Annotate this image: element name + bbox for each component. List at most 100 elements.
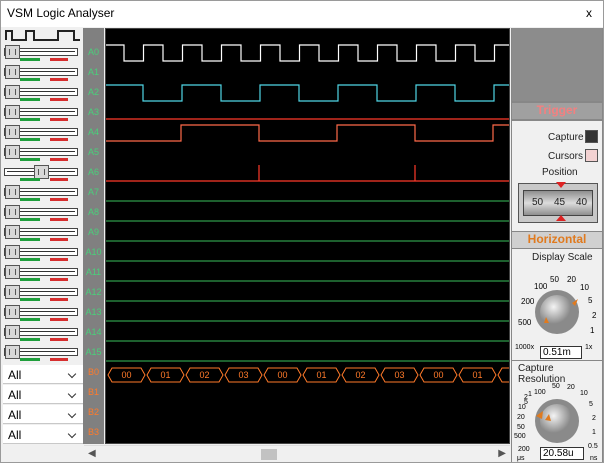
bus-value-label: 03 xyxy=(394,370,404,380)
resolution-tick: 0.5 xyxy=(588,443,598,450)
capture-checkbox[interactable] xyxy=(585,130,598,143)
channel-indicator-green xyxy=(20,278,40,281)
channel-slider-row[interactable] xyxy=(2,263,83,283)
position-dial[interactable]: 50 45 40 xyxy=(518,182,598,223)
chevron-down-icon[interactable] xyxy=(67,429,77,439)
channel-label: A14 xyxy=(85,327,102,337)
scroll-left-icon[interactable]: ◀ xyxy=(88,448,96,459)
window-title: VSM Logic Analyser xyxy=(7,6,115,20)
channel-slider-thumb[interactable] xyxy=(5,105,20,119)
channel-slider-row[interactable] xyxy=(2,163,83,183)
channel-slider-thumb[interactable] xyxy=(34,165,49,179)
channel-slider-thumb[interactable] xyxy=(5,245,20,259)
channel-label: B3 xyxy=(87,427,99,437)
channel-slider-row[interactable] xyxy=(2,203,83,223)
bus-select-value: All xyxy=(8,408,22,422)
bus-select[interactable]: All xyxy=(3,385,83,404)
channel-indicator-red xyxy=(50,158,68,161)
horizontal-heading: Horizontal xyxy=(512,232,602,248)
channel-slider-row[interactable] xyxy=(2,303,83,323)
scroll-thumb[interactable] xyxy=(261,449,277,460)
waveform-a2 xyxy=(106,84,509,102)
channel-indicator-red xyxy=(50,138,68,141)
scale-tick: 500 xyxy=(518,318,532,327)
cursors-checkbox[interactable] xyxy=(585,149,598,162)
position-tick: 40 xyxy=(576,197,588,208)
waveform-display[interactable]: 0001020300010203000102 xyxy=(105,28,510,444)
position-label: Position xyxy=(542,167,578,178)
scale-tick: 1000x xyxy=(515,344,535,351)
channel-indicator-red xyxy=(50,298,68,301)
channel-slider-row[interactable] xyxy=(2,243,83,263)
resolution-unit: μs xyxy=(517,455,525,462)
channel-indicator-red xyxy=(50,238,68,241)
channel-slider-thumb[interactable] xyxy=(5,265,20,279)
capture-label: Capture xyxy=(548,132,584,143)
bus-select-value: All xyxy=(8,368,22,382)
bus-select[interactable]: All xyxy=(3,425,83,444)
close-button[interactable]: x xyxy=(575,1,603,27)
channel-indicator-red xyxy=(50,358,68,361)
channel-slider-row[interactable] xyxy=(2,223,83,243)
channel-slider-thumb[interactable] xyxy=(5,205,20,219)
channel-indicator-red xyxy=(50,178,68,181)
channel-slider-thumb[interactable] xyxy=(5,305,20,319)
channel-label: A15 xyxy=(85,347,102,357)
resolution-tick: 2 xyxy=(592,415,596,422)
channel-slider-row[interactable] xyxy=(2,283,83,303)
scale-tick: 20 xyxy=(567,275,576,284)
channel-slider-row[interactable] xyxy=(2,103,83,123)
channel-label: A10 xyxy=(85,247,102,257)
channel-label: A0 xyxy=(87,47,99,57)
scale-tick: 1 xyxy=(590,326,595,335)
chevron-down-icon[interactable] xyxy=(67,389,77,399)
bus-value-label: 01 xyxy=(472,370,482,380)
resolution-unit: ns xyxy=(590,455,598,462)
channel-label: B0 xyxy=(87,367,99,377)
channel-slider-row[interactable] xyxy=(2,83,83,103)
display-scale-panel: Display Scale 100 50 20 10 5 2 1 1x 1000… xyxy=(512,249,602,360)
channel-indicator-green xyxy=(20,318,40,321)
channel-slider-thumb[interactable] xyxy=(5,185,20,199)
channel-label-column: A0 A1 A2 A3 A4 A5 A6 A7 A8 A9 A10 A11 A12 A13 A14 A15 B0… xyxy=(83,28,104,444)
chevron-down-icon[interactable] xyxy=(67,369,77,379)
scale-tick: 5 xyxy=(588,296,593,305)
channel-label: A4 xyxy=(87,127,99,137)
channel-slider-row[interactable] xyxy=(2,123,83,143)
channel-slider-thumb[interactable] xyxy=(5,285,20,299)
chevron-down-icon[interactable] xyxy=(67,409,77,419)
channel-slider-thumb[interactable] xyxy=(5,225,20,239)
channel-slider-row[interactable] xyxy=(2,143,83,163)
display-scale-label: Display Scale xyxy=(532,252,593,263)
channel-indicator-green xyxy=(20,78,40,81)
channel-indicator-red xyxy=(50,118,68,121)
bus-select[interactable]: All xyxy=(3,405,83,424)
bus-value-label: 01 xyxy=(316,370,326,380)
scale-tick: 10 xyxy=(580,283,589,292)
channel-slider-row[interactable] xyxy=(2,343,83,363)
channel-indicator-red xyxy=(50,338,68,341)
channel-slider-thumb[interactable] xyxy=(5,85,20,99)
channel-slider-thumb[interactable] xyxy=(5,145,20,159)
channel-slider-thumb[interactable] xyxy=(5,325,20,339)
scroll-right-icon[interactable]: ▶ xyxy=(498,448,506,459)
channel-slider-row[interactable] xyxy=(2,323,83,343)
position-tick: 45 xyxy=(554,197,566,208)
channel-indicator-green xyxy=(20,358,40,361)
channel-slider-row[interactable] xyxy=(2,183,83,203)
channel-slider-row[interactable] xyxy=(2,63,83,83)
blank-panel xyxy=(512,28,602,101)
channel-indicator-green xyxy=(20,118,40,121)
resolution-tick: 1 xyxy=(592,429,596,436)
resolution-tick: 50 xyxy=(552,383,560,390)
channel-indicator-green xyxy=(20,298,40,301)
horizontal-scrollbar[interactable]: ◀ ▶ xyxy=(84,445,510,462)
resolution-tick: 50 xyxy=(517,424,525,431)
bus-value-label: 00 xyxy=(121,370,131,380)
channel-slider-thumb[interactable] xyxy=(5,125,20,139)
channel-slider-row[interactable] xyxy=(2,43,83,63)
bus-select[interactable]: All xyxy=(3,365,83,384)
channel-slider-thumb[interactable] xyxy=(5,345,20,359)
channel-slider-thumb[interactable] xyxy=(5,45,20,59)
channel-slider-thumb[interactable] xyxy=(5,65,20,79)
